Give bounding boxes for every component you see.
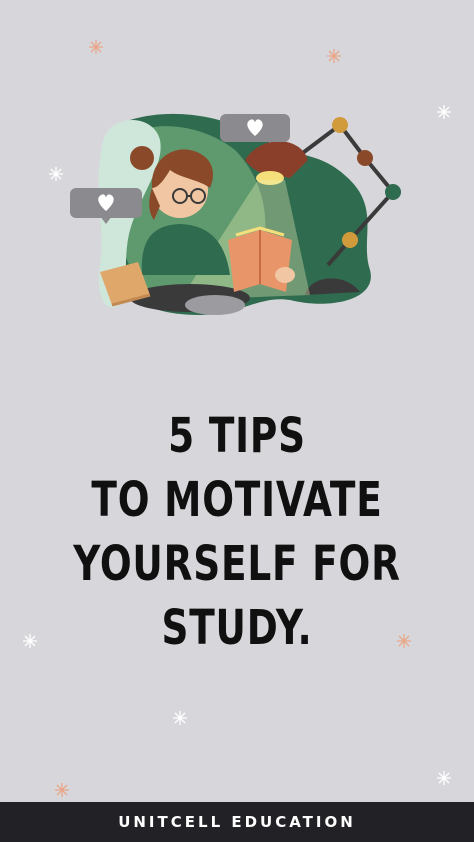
sparkle-icon [437, 105, 451, 119]
sparkle-icon [173, 711, 187, 725]
sparkle-icon [437, 771, 451, 785]
heart-icon [220, 114, 290, 142]
title-line-3: YOURSELF FOR [73, 536, 401, 592]
footer-bar: UNITCELL EDUCATION [0, 802, 474, 842]
sparkle-icon [327, 49, 341, 63]
title-line-1: 5 TIPS [168, 408, 306, 464]
sparkle-icon [23, 634, 37, 648]
sparkle-icon [89, 40, 103, 54]
sparkle-icon [55, 783, 69, 797]
page-title: 5 TIPS TO MOTIVATE YOURSELF FOR STUDY. [52, 404, 422, 660]
title-line-4: STUDY. [161, 600, 313, 656]
footer-brand: UNITCELL EDUCATION [118, 813, 356, 831]
title-line-2: TO MOTIVATE [91, 472, 383, 528]
page: 5 TIPS TO MOTIVATE YOURSELF FOR STUDY. U… [0, 0, 474, 842]
study-illustration [70, 113, 401, 315]
